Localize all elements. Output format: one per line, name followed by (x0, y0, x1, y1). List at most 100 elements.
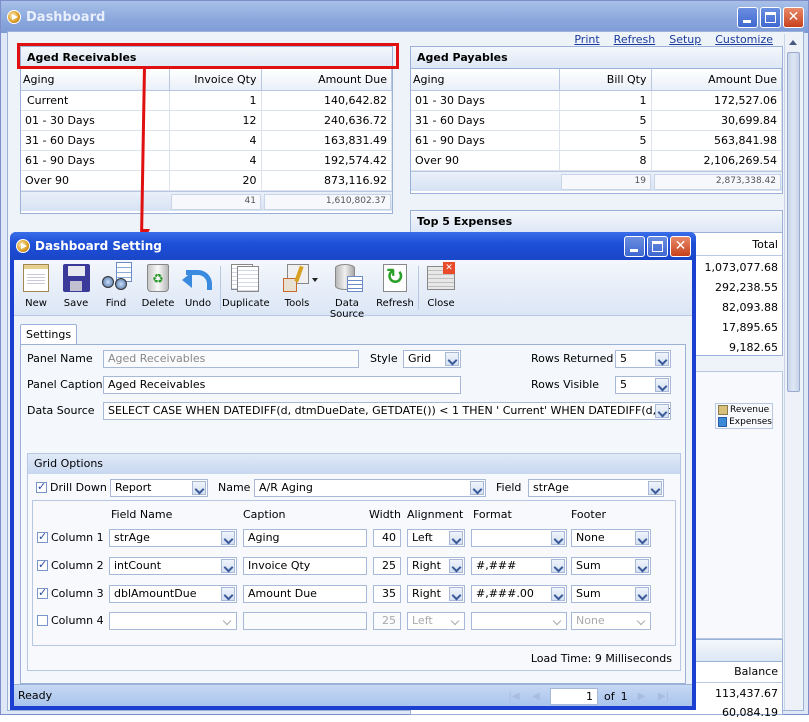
column-header[interactable]: Aging (21, 69, 170, 91)
delete-button[interactable]: ♻ Delete (138, 262, 178, 314)
column-3-checkbox[interactable] (37, 586, 48, 599)
chevron-down-icon[interactable] (635, 587, 649, 601)
column-1-format-select[interactable] (471, 529, 567, 547)
chevron-down-icon[interactable] (551, 587, 565, 601)
table-row[interactable]: 61 - 90 Days 5 563,841.98 (411, 130, 782, 151)
column-2-format-select[interactable]: #,### (471, 557, 567, 575)
column-1-width-field[interactable]: 40 (373, 529, 401, 547)
chevron-down-icon[interactable] (221, 587, 235, 601)
table-row[interactable]: Over 90 8 2,106,269.54 (411, 150, 782, 171)
chevron-down-icon[interactable] (635, 531, 649, 545)
data-source-select[interactable]: SELECT CASE WHEN DATEDIFF(d, dtmDueDate,… (103, 402, 671, 420)
chevron-down-icon[interactable] (551, 531, 565, 545)
chevron-down-icon[interactable] (470, 481, 484, 495)
column-header[interactable]: Amount Due (651, 69, 782, 91)
field-select[interactable]: strAge (528, 479, 664, 497)
tab-settings[interactable]: Settings (20, 324, 78, 344)
chevron-down-icon[interactable] (449, 531, 463, 545)
find-button[interactable]: Find (98, 262, 134, 314)
vertical-scrollbar[interactable] (784, 34, 801, 710)
chevron-down-icon[interactable] (551, 559, 565, 573)
chevron-down-icon[interactable] (221, 559, 235, 573)
column-header-balance[interactable]: Balance (734, 665, 778, 678)
column-4-width-field[interactable]: 25 (373, 612, 401, 630)
column-header[interactable]: Bill Qty (559, 69, 652, 91)
previous-page-icon[interactable]: ◀ (528, 691, 544, 702)
close-button[interactable]: ✕ (783, 7, 804, 28)
tools-dropdown-arrow-icon[interactable] (312, 278, 318, 282)
new-button[interactable]: New (18, 262, 54, 314)
scroll-up-icon[interactable] (789, 40, 797, 45)
chevron-down-icon[interactable] (449, 587, 463, 601)
next-page-icon[interactable]: ▶ (634, 691, 650, 702)
column-header[interactable]: Invoice Qty (169, 69, 262, 91)
scroll-thumb[interactable] (787, 52, 800, 392)
dialog-close-button[interactable]: ✕ (670, 236, 691, 257)
name-select[interactable]: A/R Aging (254, 479, 486, 497)
table-row[interactable]: Current 1 140,642.82 (21, 90, 392, 111)
column-4-alignment-select[interactable]: Left (407, 612, 465, 630)
column-3-caption-field[interactable]: Amount Due (243, 585, 367, 603)
table-row[interactable]: 61 - 90 Days 4 192,574.42 (21, 150, 392, 171)
dialog-title-bar[interactable]: Dashboard Setting ✕ (10, 232, 696, 260)
column-2-alignment-select[interactable]: Right (407, 557, 465, 575)
column-3-field-select[interactable]: dblAmountDue (109, 585, 237, 603)
undo-button[interactable]: Undo (180, 262, 216, 314)
chevron-down-icon[interactable] (192, 481, 206, 495)
panel-name-field[interactable]: Aged Receivables (103, 350, 359, 368)
chevron-down-icon[interactable] (445, 352, 459, 366)
column-1-alignment-select[interactable]: Left (407, 529, 465, 547)
chevron-down-icon[interactable] (648, 481, 662, 495)
column-3-width-field[interactable]: 35 (373, 585, 401, 603)
tools-button[interactable]: Tools (274, 262, 320, 314)
column-2-caption-field[interactable]: Invoice Qty (243, 557, 367, 575)
chevron-down-icon[interactable] (221, 614, 235, 628)
data-source-button[interactable]: Data Source (320, 262, 374, 320)
table-row[interactable]: 01 - 30 Days 1 172,527.06 (411, 90, 782, 111)
column-1-field-select[interactable]: strAge (109, 529, 237, 547)
table-row[interactable]: 01 - 30 Days 12 240,636.72 (21, 110, 392, 131)
column-4-checkbox[interactable] (37, 615, 48, 626)
dialog-minimize-button[interactable] (624, 236, 645, 257)
column-2-field-select[interactable]: intCount (109, 557, 237, 575)
chevron-down-icon[interactable] (449, 559, 463, 573)
column-4-format-select[interactable] (471, 612, 567, 630)
dashboard-title-bar[interactable]: Dashboard ✕ (1, 1, 808, 33)
first-page-icon[interactable]: |◀ (506, 691, 522, 702)
column-1-footer-select[interactable]: None (571, 529, 651, 547)
column-1-caption-field[interactable]: Aging (243, 529, 367, 547)
chevron-down-icon[interactable] (635, 614, 649, 628)
drill-down-checkbox[interactable] (36, 480, 47, 493)
print-link[interactable]: Print (574, 33, 599, 46)
chevron-down-icon[interactable] (221, 531, 235, 545)
duplicate-button[interactable]: Duplicate (222, 262, 270, 314)
table-row[interactable]: 31 - 60 Days 5 30,699.84 (411, 110, 782, 131)
column-3-format-select[interactable]: #,###.00 (471, 585, 567, 603)
column-4-footer-select[interactable]: None (571, 612, 651, 630)
chevron-down-icon[interactable] (449, 614, 463, 628)
style-select[interactable]: Grid (403, 350, 461, 368)
maximize-button[interactable] (760, 7, 781, 28)
panel-caption-field[interactable]: Aged Receivables (103, 376, 461, 394)
minimize-button[interactable] (737, 7, 758, 28)
column-3-alignment-select[interactable]: Right (407, 585, 465, 603)
column-3-footer-select[interactable]: Sum (571, 585, 651, 603)
column-header-total[interactable]: Total (752, 238, 778, 251)
column-2-checkbox[interactable] (37, 558, 48, 571)
refresh-button[interactable]: ↻ Refresh (376, 262, 414, 314)
column-header[interactable]: Aging (411, 69, 560, 91)
chevron-down-icon[interactable] (635, 559, 649, 573)
rows-visible-select[interactable]: 5 (615, 376, 671, 394)
table-row[interactable]: Over 90 20 873,116.92 (21, 170, 392, 191)
dialog-maximize-button[interactable] (647, 236, 668, 257)
drill-type-select[interactable]: Report (110, 479, 208, 497)
close-toolbar-button[interactable]: ✕ Close (422, 262, 460, 314)
chevron-down-icon[interactable] (655, 352, 669, 366)
column-2-footer-select[interactable]: Sum (571, 557, 651, 575)
chevron-down-icon[interactable] (551, 614, 565, 628)
column-header[interactable]: Amount Due (261, 69, 392, 91)
chevron-down-icon[interactable] (655, 378, 669, 392)
column-4-caption-field[interactable] (243, 612, 367, 630)
last-page-icon[interactable]: ▶| (656, 691, 672, 702)
refresh-link[interactable]: Refresh (614, 33, 656, 46)
